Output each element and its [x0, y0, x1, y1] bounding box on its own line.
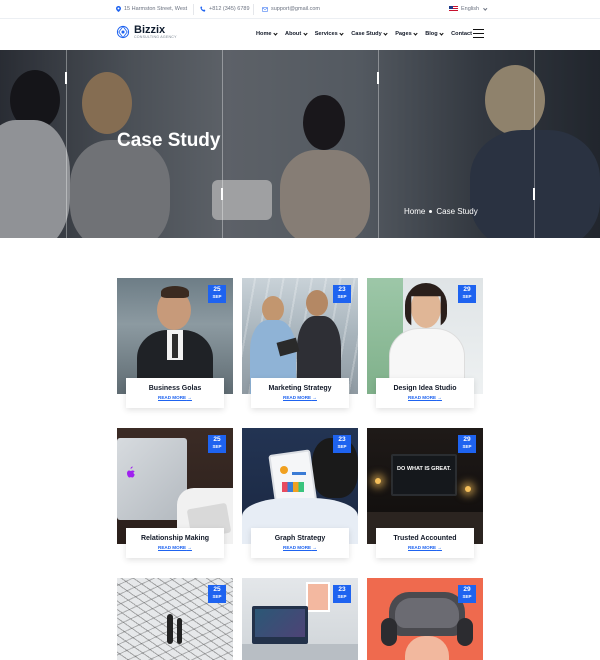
date-badge: 23 SEP — [333, 585, 351, 603]
nav-item-contact[interactable]: Contact — [451, 31, 472, 37]
read-more-link[interactable]: READ MORE → — [376, 395, 474, 400]
address-item: 15 Harmston Street, West — [116, 6, 187, 12]
read-more-link[interactable]: READ MORE → — [126, 395, 224, 400]
main-header: Bizzix CONSULTING AGENCY Home About Serv… — [0, 19, 600, 50]
card-title[interactable]: Trusted Accounted — [376, 535, 474, 542]
date-badge: 29 SEP — [458, 435, 476, 453]
nav-item-case-study[interactable]: Case Study — [351, 31, 388, 37]
date-month: SEP — [212, 293, 222, 299]
case-study-card[interactable]: 25 SEP Business Golas READ MORE → — [117, 278, 233, 416]
case-study-card[interactable]: 23 SEP Graph Strategy READ MORE → — [242, 428, 358, 566]
divider — [253, 4, 254, 15]
read-more-link[interactable]: READ MORE → — [251, 395, 349, 400]
chevron-down-icon — [273, 31, 278, 36]
card-title[interactable]: Relationship Making — [126, 535, 224, 542]
language-label[interactable]: English — [461, 6, 479, 12]
location-pin-icon — [116, 6, 121, 12]
logo-name: Bizzix — [134, 24, 166, 36]
date-badge: 25 SEP — [208, 585, 226, 603]
breadcrumb-separator — [429, 210, 433, 213]
card-caption: Graph Strategy READ MORE → — [251, 528, 349, 558]
case-study-card[interactable]: 29 SEP Design Idea Studio READ MORE → — [367, 278, 483, 416]
card-caption: Marketing Strategy READ MORE → — [251, 378, 349, 408]
nav-label[interactable]: About — [285, 31, 301, 37]
case-study-card[interactable]: 29 SEP — [367, 578, 483, 660]
phone-item[interactable]: +812 (345) 6789 — [200, 6, 250, 12]
date-month: SEP — [212, 593, 222, 599]
card-caption: Design Idea Studio READ MORE → — [376, 378, 474, 408]
date-badge: 25 SEP — [208, 285, 226, 303]
chevron-down-icon — [439, 31, 444, 36]
nav-label[interactable]: Pages — [395, 31, 411, 37]
date-badge: 29 SEP — [458, 585, 476, 603]
divider — [193, 4, 194, 15]
case-study-card[interactable]: DO WHAT IS GREAT. 29 SEP Trusted Accounte… — [367, 428, 483, 566]
address-text: 15 Harmston Street, West — [124, 6, 188, 12]
date-month: SEP — [337, 293, 347, 299]
date-month: SEP — [337, 593, 347, 599]
logo-mark-icon — [116, 25, 130, 39]
case-study-card[interactable]: 23 SEP Marketing Strategy READ MORE → — [242, 278, 358, 416]
date-month: SEP — [462, 593, 472, 599]
date-badge: 29 SEP — [458, 285, 476, 303]
logo[interactable]: Bizzix CONSULTING AGENCY — [116, 25, 177, 39]
case-study-card[interactable]: 23 SEP — [242, 578, 358, 660]
main-nav: Home About Services Case Study Pages Blo… — [256, 31, 480, 37]
case-study-card[interactable]: 25 SEP Relationship Making READ MORE → — [117, 428, 233, 566]
nav-item-pages[interactable]: Pages — [395, 31, 418, 37]
phone-text[interactable]: +812 (345) 6789 — [209, 6, 250, 12]
card-caption: Trusted Accounted READ MORE → — [376, 528, 474, 558]
card-caption: Business Golas READ MORE → — [126, 378, 224, 408]
date-badge: 25 SEP — [208, 435, 226, 453]
date-month: SEP — [462, 443, 472, 449]
read-more-link[interactable]: READ MORE → — [251, 545, 349, 550]
chevron-down-icon — [303, 31, 308, 36]
chevron-down-icon — [339, 31, 344, 36]
card-caption: Relationship Making READ MORE → — [126, 528, 224, 558]
us-flag-icon — [449, 6, 458, 12]
read-more-link[interactable]: READ MORE → — [126, 545, 224, 550]
page-title: Case Study — [117, 130, 221, 151]
hamburger-menu-icon[interactable] — [473, 29, 484, 38]
email-text[interactable]: support@gmail.com — [271, 6, 320, 12]
chevron-down-icon — [413, 31, 418, 36]
card-title[interactable]: Graph Strategy — [251, 535, 349, 542]
date-month: SEP — [337, 443, 347, 449]
nav-item-blog[interactable]: Blog — [425, 31, 444, 37]
nav-item-home[interactable]: Home — [256, 31, 278, 37]
chevron-down-icon — [383, 31, 388, 36]
language-selector[interactable]: English — [449, 6, 487, 12]
breadcrumb: Home Case Study — [404, 207, 478, 216]
breadcrumb-home[interactable]: Home — [404, 207, 425, 216]
date-month: SEP — [462, 293, 472, 299]
nav-label[interactable]: Contact — [451, 31, 472, 37]
card-title[interactable]: Business Golas — [126, 385, 224, 392]
case-study-card[interactable]: 25 SEP — [117, 578, 233, 660]
date-badge: 23 SEP — [333, 435, 351, 453]
nav-label[interactable]: Case Study — [351, 31, 381, 37]
card-title[interactable]: Design Idea Studio — [376, 385, 474, 392]
apple-logo-icon — [127, 466, 135, 478]
breadcrumb-current: Case Study — [436, 207, 478, 216]
nav-item-about[interactable]: About — [285, 31, 308, 37]
read-more-link[interactable]: READ MORE → — [376, 545, 474, 550]
date-badge: 23 SEP — [333, 285, 351, 303]
laptop-screen-text: DO WHAT IS GREAT. — [397, 466, 451, 472]
page-hero: Case Study Home Case Study — [0, 50, 600, 238]
chevron-down-icon — [483, 6, 487, 11]
nav-item-services[interactable]: Services — [315, 31, 344, 37]
envelope-icon — [262, 6, 268, 12]
email-item[interactable]: support@gmail.com — [262, 6, 320, 12]
nav-label[interactable]: Services — [315, 31, 338, 37]
card-title[interactable]: Marketing Strategy — [251, 385, 349, 392]
nav-label[interactable]: Home — [256, 31, 272, 37]
logo-tagline: CONSULTING AGENCY — [134, 35, 177, 39]
date-month: SEP — [212, 443, 222, 449]
nav-label[interactable]: Blog — [425, 31, 437, 37]
phone-icon — [200, 6, 206, 12]
top-bar: 15 Harmston Street, West +812 (345) 6789… — [0, 0, 600, 19]
